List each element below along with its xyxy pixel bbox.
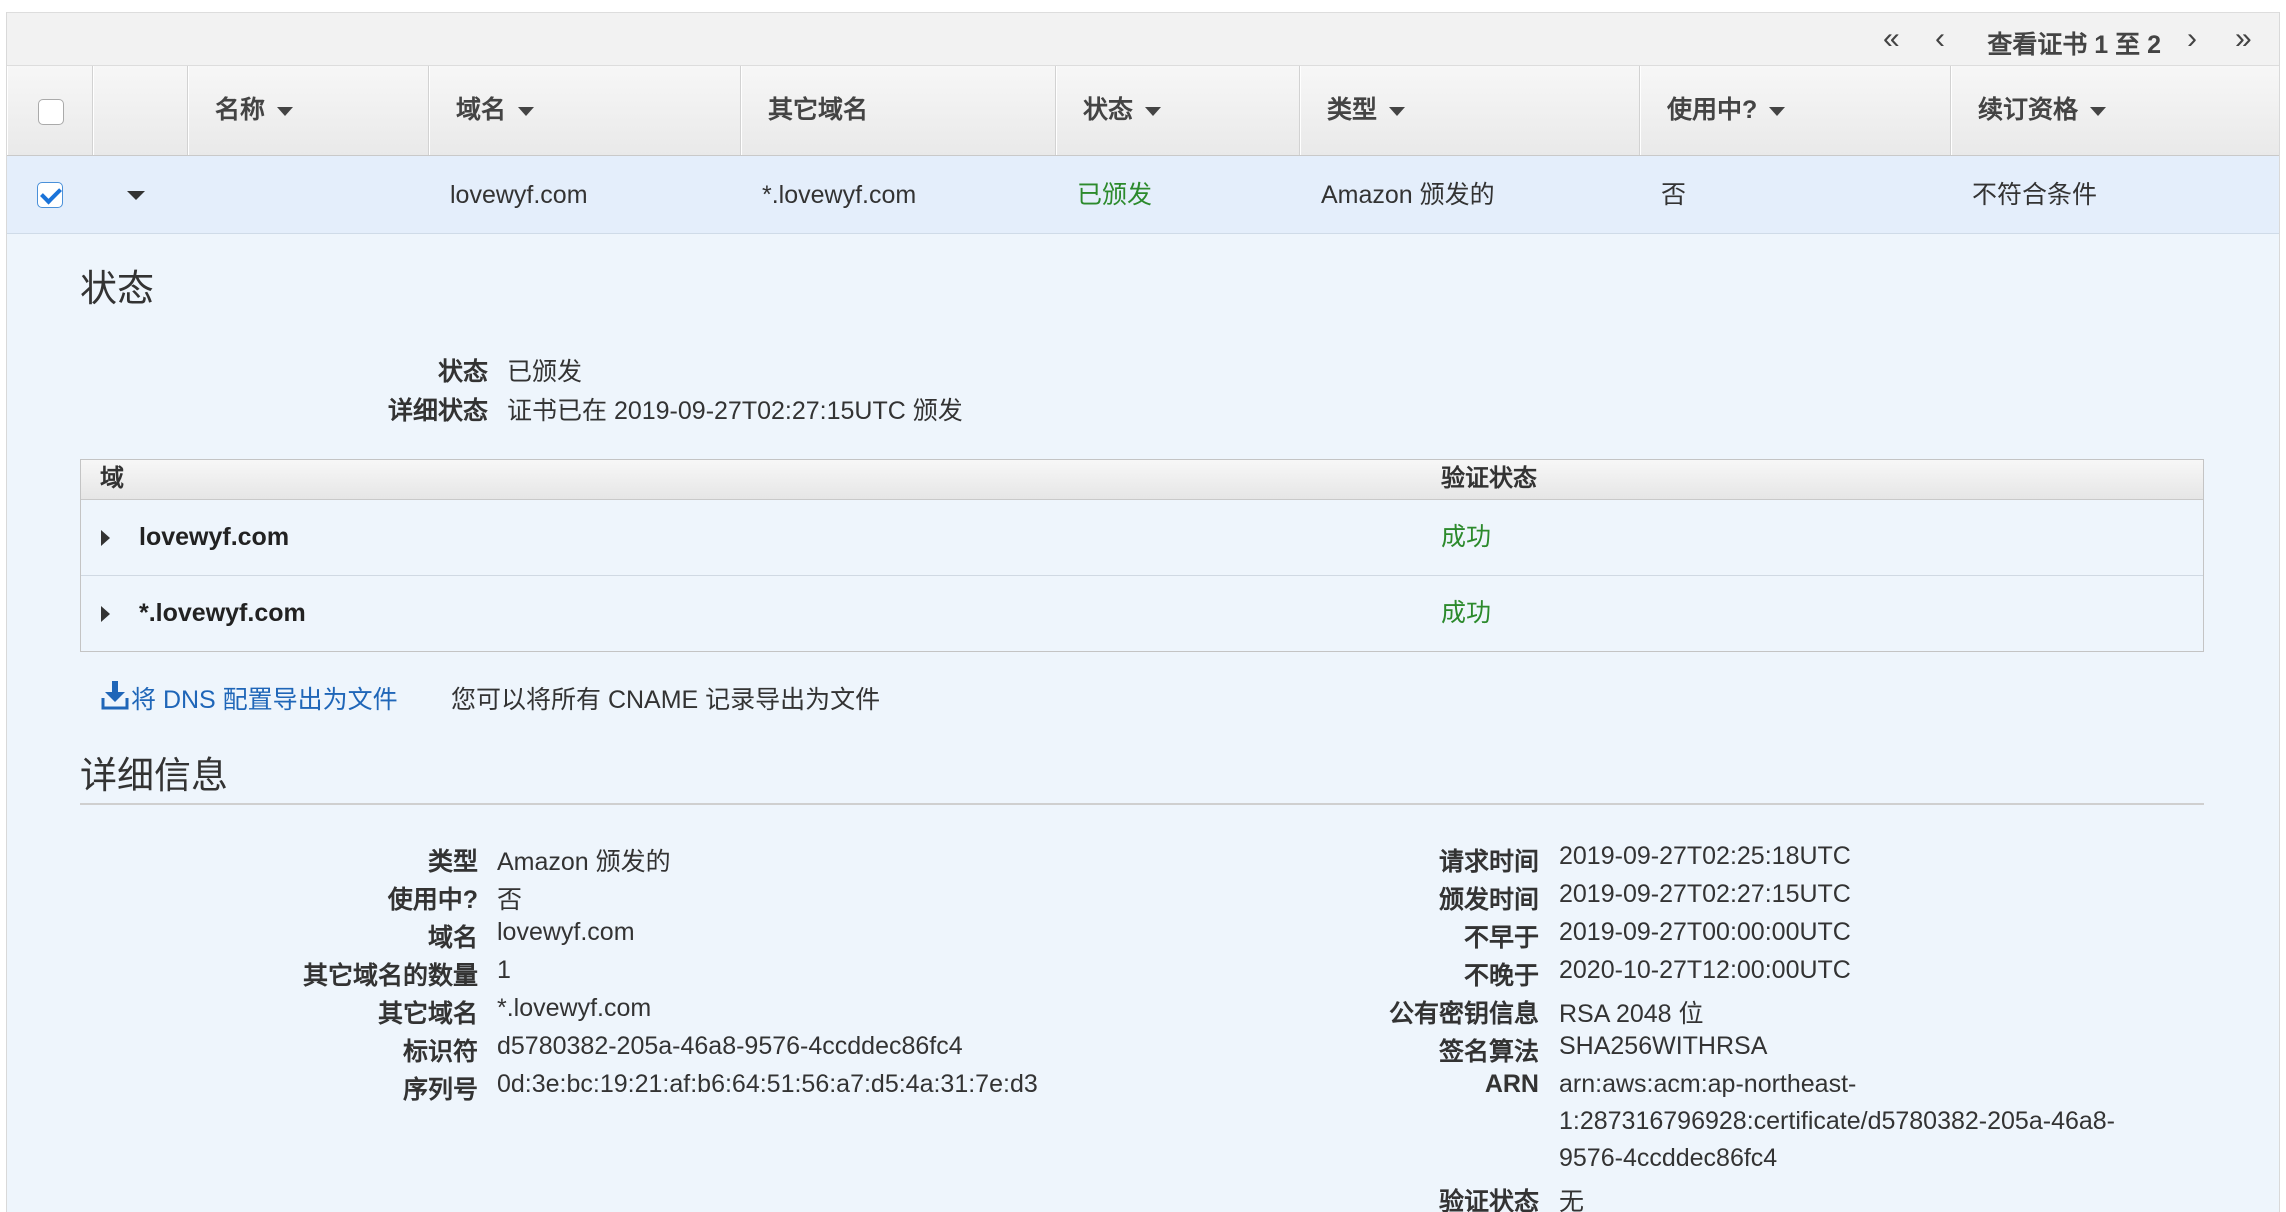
pagination-bar: « ‹ 查看证书 1 至 2 › » <box>7 12 2279 66</box>
export-dns-link[interactable]: 将 DNS 配置导出为文件 <box>131 680 398 716</box>
detail-value: RSA 2048 位 <box>1559 1000 1704 1028</box>
detail-label: 其它域名的数量 <box>302 962 478 990</box>
detailed-status-label: 详细状态 <box>387 397 488 425</box>
details-divider <box>80 803 2204 805</box>
column-header-domain-label: 域名 <box>456 96 507 124</box>
sort-caret-icon <box>518 106 535 116</box>
validation-col-domain: 域 <box>100 465 124 492</box>
column-header-renewal-label: 续订资格 <box>1978 96 2079 124</box>
detail-value: SHA256WITHRSA <box>1559 1032 1768 1060</box>
column-header-renewal[interactable]: 续订资格 <box>1951 66 2279 155</box>
detail-label: 不早于 <box>1463 924 1539 952</box>
detail-value: 0d:3e:bc:19:21:af:b6:64:51:56:a7:d5:4a:3… <box>497 1070 1038 1098</box>
download-icon[interactable] <box>101 680 129 710</box>
column-header-in-use-label: 使用中? <box>1667 96 1758 124</box>
row-in-use: 否 <box>1661 181 1687 209</box>
detail-label: 类型 <box>427 848 478 876</box>
column-header-type-label: 类型 <box>1327 96 1378 124</box>
row-select-checkbox[interactable] <box>37 182 63 208</box>
first-page-icon[interactable]: « <box>1883 21 1900 57</box>
sort-caret-icon <box>1145 106 1162 116</box>
sort-caret-icon <box>277 106 294 116</box>
status-label: 状态 <box>437 358 488 386</box>
arn-line: 9576-4ccddec86fc4 <box>1559 1144 1778 1172</box>
detail-label: 序列号 <box>402 1076 478 1104</box>
sort-caret-icon <box>2090 106 2107 116</box>
column-header-type[interactable]: 类型 <box>1300 66 1640 155</box>
detail-label: 其它域名 <box>377 1000 478 1028</box>
column-header-name-label: 名称 <box>215 96 266 124</box>
domain-validation-table: 域 验证状态 lovewyf.com 成功 *.lovewyf.com 成功 <box>80 459 2204 652</box>
detail-value: 1 <box>497 956 511 984</box>
prev-page-icon[interactable]: ‹ <box>1935 21 1945 57</box>
status-value: 已颁发 <box>507 358 583 386</box>
detail-value: 2019-09-27T02:25:18UTC <box>1559 842 1851 870</box>
next-page-icon[interactable]: › <box>2187 21 2197 57</box>
validation-col-status: 验证状态 <box>1441 465 1537 492</box>
detail-label: 不晚于 <box>1463 962 1539 990</box>
detail-value: lovewyf.com <box>497 918 635 946</box>
validation-domain: lovewyf.com <box>139 523 290 551</box>
detail-label: 签名算法 <box>1438 1038 1539 1066</box>
status-heading: 状态 <box>80 268 154 309</box>
detail-label: ARN <box>1484 1070 1539 1098</box>
table-row[interactable]: lovewyf.com *.lovewyf.com 已颁发 Amazon 颁发的… <box>7 156 2279 234</box>
detail-value: Amazon 颁发的 <box>497 848 671 876</box>
validation-domain: *.lovewyf.com <box>139 599 306 627</box>
details-heading: 详细信息 <box>80 755 228 796</box>
column-header-status-label: 状态 <box>1083 96 1134 124</box>
sort-caret-icon <box>1769 106 1786 116</box>
certificate-list-panel: « ‹ 查看证书 1 至 2 › » 名称 域名 其它域名 状态 类型 使用中?… <box>6 12 2280 1212</box>
detail-label: 标识符 <box>402 1038 478 1066</box>
select-all-checkbox[interactable] <box>38 99 64 125</box>
validation-status: 成功 <box>1441 523 1492 551</box>
detail-value: 2019-09-27T00:00:00UTC <box>1559 918 1851 946</box>
row-domain: lovewyf.com <box>450 181 588 209</box>
column-header-name[interactable]: 名称 <box>188 66 429 155</box>
detail-value: 2020-10-27T12:00:00UTC <box>1559 956 1851 984</box>
arn-line: arn:aws:acm:ap-northeast- <box>1559 1070 1857 1098</box>
sort-caret-icon <box>1389 106 1406 116</box>
detail-label: 请求时间 <box>1438 848 1539 876</box>
select-all-cell <box>7 66 93 155</box>
detail-label: 颁发时间 <box>1438 886 1539 914</box>
row-renewal: 不符合条件 <box>1972 181 2098 209</box>
validation-table-header: 域 验证状态 <box>81 460 2203 500</box>
detail-label: 使用中? <box>387 886 478 914</box>
detail-label: 验证状态 <box>1438 1188 1539 1212</box>
export-hint: 您可以将所有 CNAME 记录导出为文件 <box>451 686 881 714</box>
expand-row-icon[interactable] <box>101 606 110 622</box>
identifier-link[interactable]: d5780382-205a-46a8-9576-4ccddec86fc4 <box>497 1032 963 1061</box>
collapse-row-icon[interactable] <box>127 191 145 200</box>
arn-line: 1:287316796928:certificate/d5780382-205a… <box>1559 1107 2116 1135</box>
row-alt-domains: *.lovewyf.com <box>762 181 917 209</box>
column-header-alt-domains-label: 其它域名 <box>768 96 869 124</box>
detail-value: 否 <box>497 886 523 914</box>
pagination-label: 查看证书 1 至 2 <box>1987 31 2161 59</box>
column-header-status[interactable]: 状态 <box>1056 66 1300 155</box>
last-page-icon[interactable]: » <box>2235 21 2252 57</box>
column-header-in-use[interactable]: 使用中? <box>1640 66 1951 155</box>
expand-row-icon[interactable] <box>101 530 110 546</box>
detail-value: 2019-09-27T02:27:15UTC <box>1559 880 1851 908</box>
validation-row[interactable]: lovewyf.com 成功 <box>81 500 2203 575</box>
column-header-alt-domains[interactable]: 其它域名 <box>741 66 1056 155</box>
detailed-status-value: 证书已在 2019-09-27T02:27:15UTC 颁发 <box>507 397 963 425</box>
detail-value: *.lovewyf.com <box>497 994 652 1022</box>
validation-row[interactable]: *.lovewyf.com 成功 <box>81 575 2203 651</box>
validation-status: 成功 <box>1441 599 1492 627</box>
column-header-domain[interactable]: 域名 <box>429 66 741 155</box>
row-status: 已颁发 <box>1077 181 1153 209</box>
detail-label: 域名 <box>427 924 478 952</box>
detail-label: 公有密钥信息 <box>1388 1000 1539 1028</box>
table-header: 名称 域名 其它域名 状态 类型 使用中? 续订资格 <box>7 66 2279 156</box>
row-type: Amazon 颁发的 <box>1321 181 1495 209</box>
detail-value: 无 <box>1559 1188 1585 1212</box>
expand-column-header <box>93 66 188 155</box>
